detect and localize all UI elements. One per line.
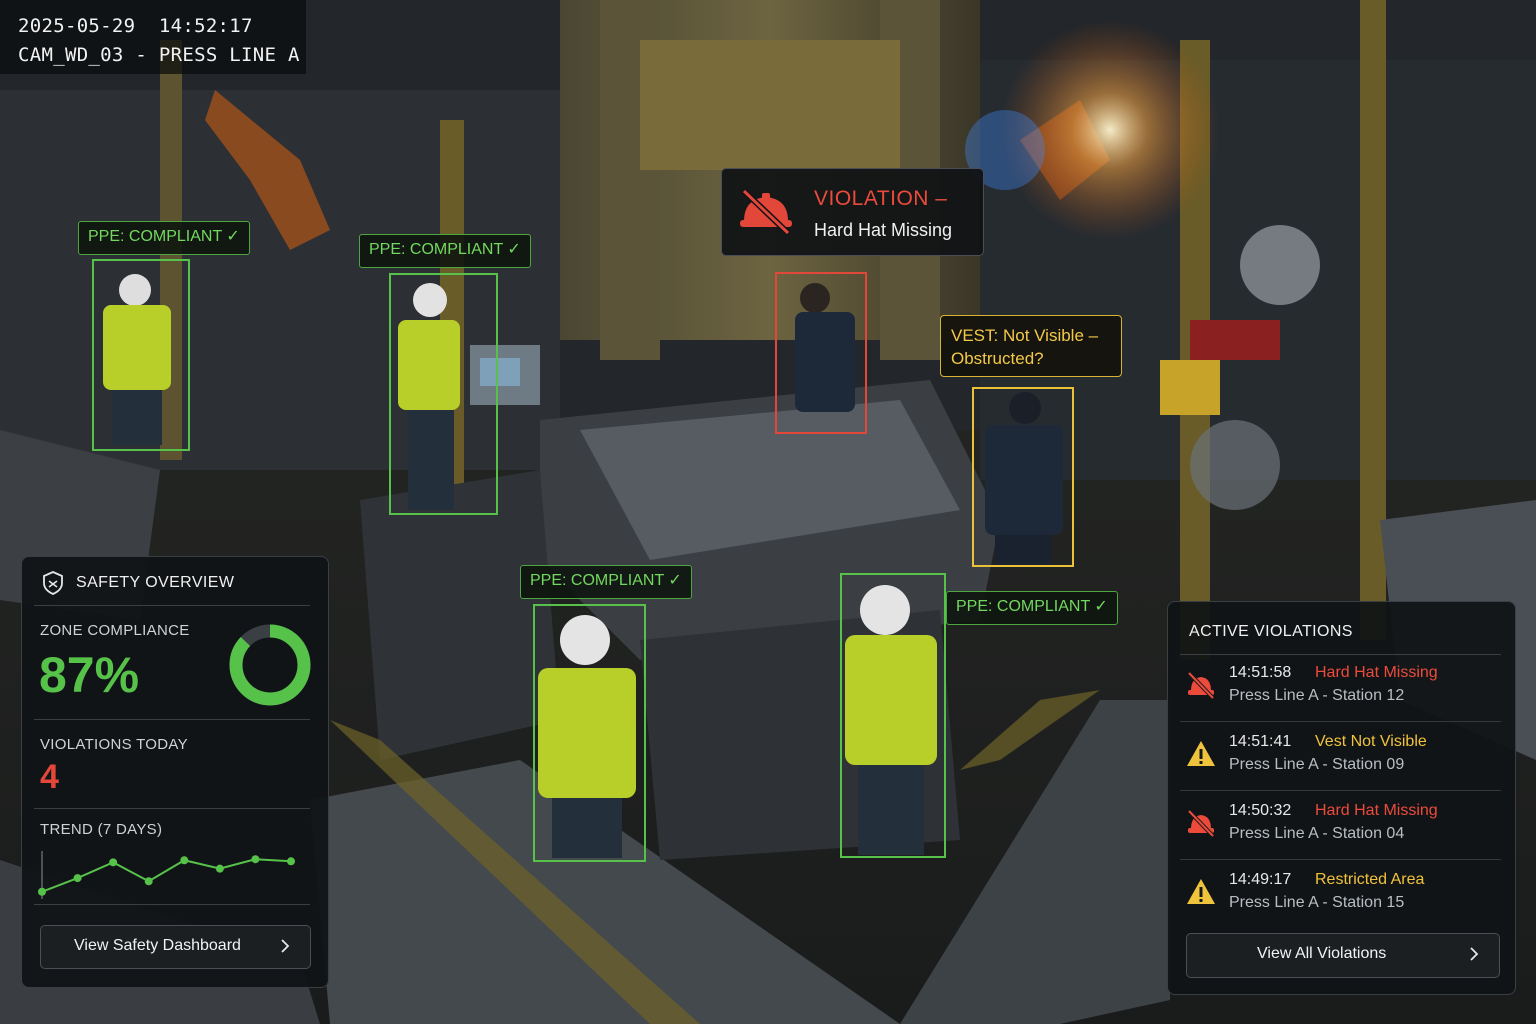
trend-point <box>215 864 224 873</box>
violation-title: VIOLATION – <box>814 187 948 210</box>
violation-list-item[interactable]: 14:50:32 Hard Hat Missing Press Line A - S… <box>1168 792 1515 860</box>
vest-warning-line2: Obstructed? <box>951 349 1044 368</box>
divider <box>1180 790 1501 791</box>
chevron-right-icon <box>1470 947 1479 961</box>
view-all-violations-button[interactable]: View All Violations <box>1186 933 1500 978</box>
safety-overview-panel: SAFETY OVERVIEW ZONE COMPLIANCE 87% VIOL… <box>21 556 329 988</box>
violation-type: Hard Hat Missing <box>1315 802 1438 819</box>
detection-box-compliant[interactable] <box>840 573 946 858</box>
trend-point <box>73 874 82 883</box>
zone-compliance-value: 87% <box>39 647 140 703</box>
divider <box>34 808 310 809</box>
safety-overview-title: SAFETY OVERVIEW <box>76 574 235 591</box>
violation-time: 14:49:17 <box>1229 871 1292 888</box>
trend-point <box>38 887 46 896</box>
detection-box-violation[interactable] <box>775 272 867 434</box>
detection-box-warning[interactable] <box>972 387 1074 567</box>
violation-type: Vest Not Visible <box>1315 733 1427 750</box>
violation-time: 14:51:41 <box>1229 733 1292 750</box>
violation-list-item[interactable]: 14:51:58 Hard Hat Missing Press Line A - S… <box>1168 654 1515 722</box>
divider <box>1180 859 1501 860</box>
violation-list-item[interactable]: 14:51:41 Vest Not Visible Press Line A - S… <box>1168 723 1515 791</box>
compliance-donut <box>229 624 311 706</box>
view-safety-dashboard-label: View Safety Dashboard <box>74 937 241 954</box>
violation-time: 14:50:32 <box>1229 802 1292 819</box>
hard-hat-slash-icon <box>1187 671 1215 700</box>
shield-icon <box>43 571 63 595</box>
warning-triangle-icon <box>1187 879 1215 904</box>
zone-compliance-label: ZONE COMPLIANCE <box>40 622 190 639</box>
vest-warning-callout[interactable]: VEST: Not Visible – Obstructed? <box>940 315 1122 377</box>
violation-type: Restricted Area <box>1315 871 1425 888</box>
camera-label: CAM_WD_03 - PRESS LINE A <box>18 44 300 66</box>
violation-location: Press Line A - Station 15 <box>1229 894 1405 911</box>
trend-point <box>144 877 153 886</box>
violation-list-item[interactable]: 14:49:17 Restricted Area Press Line A - St… <box>1168 861 1515 929</box>
compliant-tag: PPE: COMPLIANT ✓ <box>946 591 1118 625</box>
divider <box>34 904 310 905</box>
divider <box>1180 721 1501 722</box>
violation-type: Hard Hat Missing <box>1315 664 1438 681</box>
trend-point <box>109 858 118 867</box>
hard-hat-slash-icon <box>740 188 792 235</box>
violation-location: Press Line A - Station 12 <box>1229 687 1405 704</box>
divider <box>34 719 310 720</box>
trend-sparkline <box>38 851 295 899</box>
violation-time: 14:51:58 <box>1229 664 1292 681</box>
warning-triangle-icon <box>1187 741 1215 766</box>
violations-today-value: 4 <box>40 758 59 796</box>
divider <box>34 605 310 606</box>
violation-callout[interactable]: VIOLATION – Hard Hat Missing <box>721 168 984 256</box>
violation-location: Press Line A - Station 09 <box>1229 756 1405 773</box>
hard-hat-slash-icon <box>1187 809 1215 838</box>
compliant-tag: PPE: COMPLIANT ✓ <box>359 234 531 268</box>
trend-point <box>180 856 189 865</box>
compliant-tag: PPE: COMPLIANT ✓ <box>520 565 692 599</box>
trend-point <box>287 857 295 866</box>
detection-box-compliant[interactable] <box>92 259 190 451</box>
view-all-violations-label: View All Violations <box>1257 945 1387 962</box>
camera-info-overlay: 2025-05-29 14:52:17 CAM_WD_03 - PRESS LI… <box>0 0 306 74</box>
chevron-right-icon <box>281 939 290 953</box>
vest-warning-line1: VEST: Not Visible – <box>951 326 1099 345</box>
trend-point <box>251 855 260 864</box>
detection-box-compliant[interactable] <box>389 273 498 515</box>
trend-label: TREND (7 DAYS) <box>40 821 163 838</box>
violation-location: Press Line A - Station 04 <box>1229 825 1405 842</box>
violation-subtitle: Hard Hat Missing <box>814 220 953 240</box>
active-violations-title: ACTIVE VIOLATIONS <box>1189 623 1353 640</box>
violations-today-label: VIOLATIONS TODAY <box>40 736 188 753</box>
view-safety-dashboard-button[interactable]: View Safety Dashboard <box>40 925 311 969</box>
compliant-tag: PPE: COMPLIANT ✓ <box>78 221 250 255</box>
detection-box-compliant[interactable] <box>533 604 646 862</box>
camera-timestamp: 2025-05-29 14:52:17 <box>18 15 253 37</box>
active-violations-panel: ACTIVE VIOLATIONS 14:51:58 Hard Hat Missi… <box>1167 601 1516 995</box>
